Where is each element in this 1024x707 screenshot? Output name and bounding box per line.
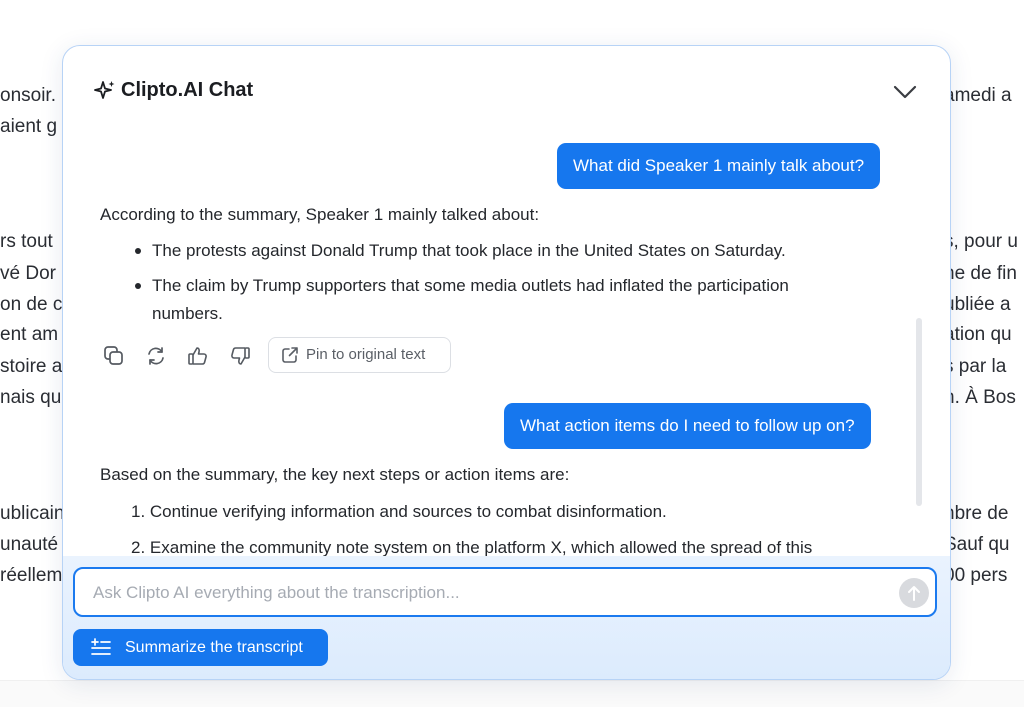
- bg-text-line: ubliée a: [944, 294, 1011, 315]
- bg-text-line: amedi a: [944, 85, 1012, 106]
- bg-text-line: stoire a: [0, 356, 63, 377]
- thumbs-up-icon[interactable]: [187, 345, 209, 367]
- ai-message-intro: According to the summary, Speaker 1 main…: [100, 205, 540, 224]
- scrollbar[interactable]: [916, 318, 922, 506]
- bg-text-line: Sauf qu: [944, 534, 1010, 555]
- bg-text-line: réellem: [0, 565, 63, 586]
- list-item-text: The protests against Donald Trump that t…: [152, 241, 786, 260]
- bg-text-line: rs tout: [0, 231, 53, 252]
- list-item-text: The claim by Trump supporters that some …: [152, 276, 789, 295]
- send-button[interactable]: [899, 578, 929, 608]
- external-link-icon: [282, 347, 298, 363]
- bg-text-line: vé Dor: [0, 263, 56, 284]
- sparkle-icon: [94, 80, 116, 102]
- chat-input[interactable]: [91, 569, 885, 617]
- bg-text-line: nbre de: [944, 503, 1009, 524]
- bg-text-line: 00 pers: [944, 565, 1008, 586]
- bg-text-line: n. À Bos: [944, 387, 1016, 408]
- pin-to-original-button[interactable]: Pin to original text: [268, 337, 451, 373]
- ai-message-intro: Based on the summary, the key next steps…: [100, 465, 570, 484]
- user-message: What action items do I need to follow up…: [504, 403, 871, 449]
- bg-text-line: ent am: [0, 324, 59, 345]
- list-item: The claim by Trump supporters that some …: [135, 272, 789, 300]
- chat-input-box: [73, 567, 937, 617]
- summarize-transcript-button[interactable]: Summarize the transcript: [73, 629, 328, 666]
- summarize-icon: [91, 638, 111, 655]
- bg-text-line: s par la: [944, 356, 1007, 377]
- bottom-band: [0, 680, 1024, 707]
- summarize-button-label: Summarize the transcript: [125, 639, 303, 656]
- pin-button-label: Pin to original text: [306, 346, 426, 363]
- chevron-down-icon[interactable]: [891, 81, 919, 103]
- chat-title: Clipto.AI Chat: [121, 79, 254, 101]
- bullet-dot: [135, 283, 141, 289]
- send-arrow-icon: [908, 586, 920, 601]
- bg-text-line: onsoir.: [0, 85, 56, 106]
- list-item: The protests against Donald Trump that t…: [135, 237, 786, 265]
- bg-text-line: unauté: [0, 534, 59, 555]
- user-message: What did Speaker 1 mainly talk about?: [557, 143, 881, 189]
- list-item: 1. Continue verifying information and so…: [131, 502, 667, 521]
- bg-text-line: ublicain: [0, 503, 65, 524]
- bg-text-line: aient g: [0, 116, 58, 137]
- chat-footer: Summarize the transcript: [63, 556, 950, 679]
- list-item: 2. Examine the community note system on …: [131, 538, 813, 556]
- message-list[interactable]: What did Speaker 1 mainly talk about? Ac…: [63, 138, 950, 556]
- bg-text-line: ation qu: [944, 324, 1012, 345]
- list-item-continuation: numbers.: [152, 304, 223, 323]
- bullet-dot: [135, 248, 141, 254]
- bg-text-line: on de c: [0, 294, 63, 315]
- bg-text-line: s, pour u: [944, 231, 1018, 252]
- chat-header: Clipto.AI Chat: [63, 46, 950, 138]
- thumbs-down-icon[interactable]: [229, 345, 251, 367]
- copy-icon[interactable]: [103, 345, 125, 367]
- refresh-icon[interactable]: [145, 345, 167, 367]
- bg-text-line: nais qu: [0, 387, 62, 408]
- bg-text-line: ne de fin: [944, 263, 1017, 284]
- chat-panel: Clipto.AI Chat What did Speaker 1 mainly…: [62, 45, 951, 680]
